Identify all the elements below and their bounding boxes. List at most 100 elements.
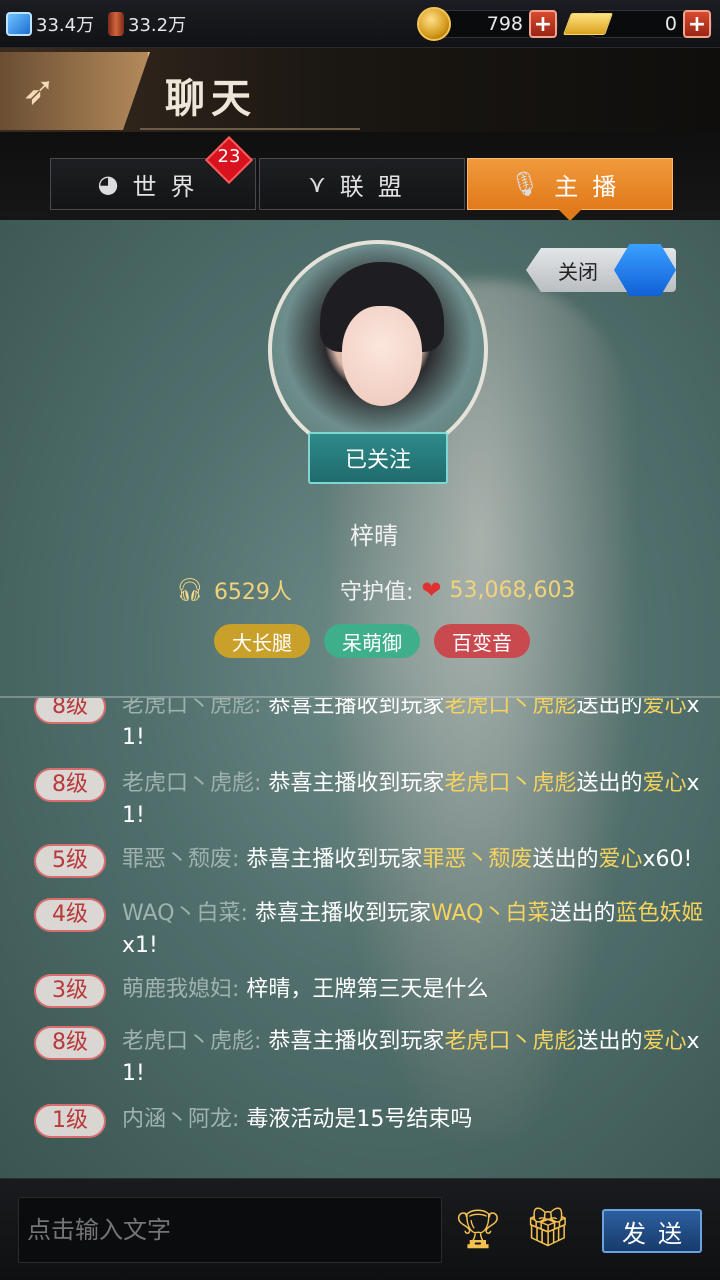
message-username[interactable]: 萌鹿我媳妇: (122, 977, 246, 1002)
message-highlight: 老虎口丶虎彪 (444, 771, 577, 796)
tab-streamer-label: 主播 (554, 172, 631, 201)
message-username[interactable]: 老虎口丶虎彪: (122, 771, 268, 796)
follow-button[interactable]: 已关注 (308, 432, 448, 484)
streamer-tags: 大长腿 呆萌御 百变音 (214, 624, 530, 658)
message-highlight: 爱心 (642, 771, 687, 796)
message-fragment: 恭喜主播收到玩家 (268, 771, 445, 796)
level-badge: 5级 (34, 844, 106, 878)
message-fragment: 送出的 (576, 698, 643, 718)
message-highlight: 爱心 (598, 847, 643, 872)
chat-message: 5级 罪恶丶颓废: 恭喜主播收到玩家罪恶丶颓废送出的爱心x60! (34, 844, 714, 878)
add-coins-button[interactable]: + (529, 10, 557, 38)
message-fragment: 恭喜主播收到玩家 (268, 698, 445, 718)
streamer-stats: 🎧︎ 6529人 守护值: ❤ 53,068,603 (176, 574, 575, 606)
message-username[interactable]: WAQ丶白菜: (122, 901, 255, 926)
tag-voice: 百变音 (434, 624, 530, 658)
add-gold-button[interactable]: + (683, 10, 711, 38)
input-bar: 🏆︎ 🎁︎ 发送 (0, 1178, 720, 1280)
gold-box: 0 + (562, 10, 712, 38)
message-text: 老虎口丶虎彪: 恭喜主播收到玩家老虎口丶虎彪送出的爱心x1! (122, 1026, 714, 1090)
chat-message: 8级 老虎口丶虎彪: 恭喜主播收到玩家老虎口丶虎彪送出的爱心x1! (34, 1026, 714, 1090)
chat-message: 3级 萌鹿我媳妇: 梓晴，王牌第三天是什么 (34, 974, 714, 1008)
chat-message: 8级 老虎口丶虎彪: 恭喜主播收到玩家老虎口丶虎彪送出的爱心x1! (34, 768, 714, 832)
message-fragment: 恭喜主播收到玩家 (246, 847, 423, 872)
gift-icon[interactable]: 🎁︎ (522, 1205, 574, 1257)
back-button[interactable]: ➶ (0, 52, 150, 130)
resource-bar: 33.4万 33.2万 798 + 0 + (0, 0, 720, 48)
level-badge: 3级 (34, 974, 106, 1008)
message-text: 老虎口丶虎彪: 恭喜主播收到玩家老虎口丶虎彪送出的爱心x1! (122, 768, 714, 832)
message-username[interactable]: 罪恶丶颓废: (122, 847, 246, 872)
message-highlight: 罪恶丶颓废 (422, 847, 533, 872)
send-button[interactable]: 发送 (602, 1209, 702, 1253)
streamer-panel: 关闭 已关注 梓晴 🎧︎ 6529人 守护值: ❤ 53,068,603 大长腿… (0, 220, 720, 1178)
heart-icon: ❤ (421, 576, 442, 604)
chat-input[interactable] (18, 1197, 442, 1263)
gold-bar-icon (562, 13, 614, 35)
chat-message: 8级 老虎口丶虎彪: 恭喜主播收到玩家老虎口丶虎彪送出的爱心x1! (34, 698, 714, 754)
page-title: 聊天 (165, 76, 257, 122)
message-fragment: 梓晴，王牌第三天是什么 (246, 977, 489, 1002)
tab-streamer[interactable]: 🎙︎ 主播 (467, 158, 673, 221)
message-text: 内涵丶阿龙: 毒液活动是15号结束吗 (122, 1104, 472, 1136)
message-highlight: WAQ丶白菜 (430, 901, 550, 926)
eagle-icon: ➶ (22, 68, 56, 114)
trophy-icon[interactable]: 🏆︎ (452, 1207, 504, 1255)
level-badge: 8级 (34, 698, 106, 724)
message-username[interactable]: 老虎口丶虎彪: (122, 698, 268, 718)
unread-badge-count: 23 (217, 146, 241, 167)
oil-resource: 33.2万 (108, 10, 186, 38)
message-fragment: 送出的 (576, 771, 643, 796)
globe-icon: ◕ (97, 170, 119, 198)
coin-box: 798 + (417, 7, 558, 41)
close-toggle-label: 关闭 (558, 259, 598, 284)
message-highlight: 老虎口丶虎彪 (444, 698, 577, 718)
message-fragment: x1! (122, 933, 158, 958)
chat-message: 1级 内涵丶阿龙: 毒液活动是15号结束吗 (34, 1104, 714, 1138)
level-badge: 4级 (34, 898, 106, 932)
message-text: 萌鹿我媳妇: 梓晴，王牌第三天是什么 (122, 974, 488, 1006)
gold-count: 0 (664, 13, 677, 35)
message-highlight: 蓝色妖姬 (615, 901, 704, 926)
tag-long-legs: 大长腿 (214, 624, 310, 658)
tab-alliance-label: 联盟 (339, 172, 416, 201)
message-username[interactable]: 内涵丶阿龙: (122, 1107, 246, 1132)
message-highlight: 爱心 (642, 1029, 687, 1054)
tab-alliance[interactable]: ⋎ 联盟 (259, 158, 465, 210)
diamond-icon (6, 12, 32, 36)
message-fragment: 送出的 (576, 1029, 643, 1054)
message-fragment: 恭喜主播收到玩家 (268, 1029, 445, 1054)
coin-icon (417, 7, 451, 41)
chat-message: 4级 WAQ丶白菜: 恭喜主播收到玩家WAQ丶白菜送出的蓝色妖姬 x1! (34, 898, 714, 962)
oil-count: 33.2万 (128, 15, 187, 36)
level-badge: 8级 (34, 768, 106, 802)
level-badge: 8级 (34, 1026, 106, 1060)
guard-value: 53,068,603 (449, 577, 576, 603)
message-username[interactable]: 老虎口丶虎彪: (122, 1029, 268, 1054)
message-fragment: 送出的 (549, 901, 616, 926)
message-highlight: 老虎口丶虎彪 (444, 1029, 577, 1054)
diamond-resource: 33.4万 (6, 10, 94, 38)
tag-cute: 呆萌御 (324, 624, 420, 658)
message-fragment: x60! (642, 847, 693, 872)
message-text: 罪恶丶颓废: 恭喜主播收到玩家罪恶丶颓废送出的爱心x60! (122, 844, 692, 876)
message-text: 老虎口丶虎彪: 恭喜主播收到玩家老虎口丶虎彪送出的爱心x1! (122, 698, 714, 754)
avatar-face (342, 306, 422, 406)
message-text: WAQ丶白菜: 恭喜主播收到玩家WAQ丶白菜送出的蓝色妖姬 x1! (122, 898, 714, 962)
message-fragment: 送出的 (532, 847, 599, 872)
listener-count: 6529人 (213, 580, 292, 605)
diamond-count: 33.4万 (36, 15, 95, 36)
chat-header: ➶ 聊天 (0, 48, 720, 132)
oil-barrel-icon (108, 12, 124, 36)
streamer-avatar[interactable] (268, 240, 488, 460)
message-highlight: 爱心 (642, 698, 687, 718)
coin-count: 798 (486, 13, 523, 35)
level-badge: 1级 (34, 1104, 106, 1138)
header-divider (140, 128, 360, 130)
chat-message-list[interactable]: 8级 老虎口丶虎彪: 恭喜主播收到玩家老虎口丶虎彪送出的爱心x1! 8级 老虎口丶虎彪… (0, 698, 720, 1178)
streamer-name: 梓晴 (350, 522, 398, 550)
message-fragment: 恭喜主播收到玩家 (254, 901, 431, 926)
message-fragment: 毒液活动是15号结束吗 (246, 1107, 473, 1132)
wings-icon: ⋎ (308, 170, 326, 198)
headphones-icon: 🎧︎ (176, 577, 204, 603)
